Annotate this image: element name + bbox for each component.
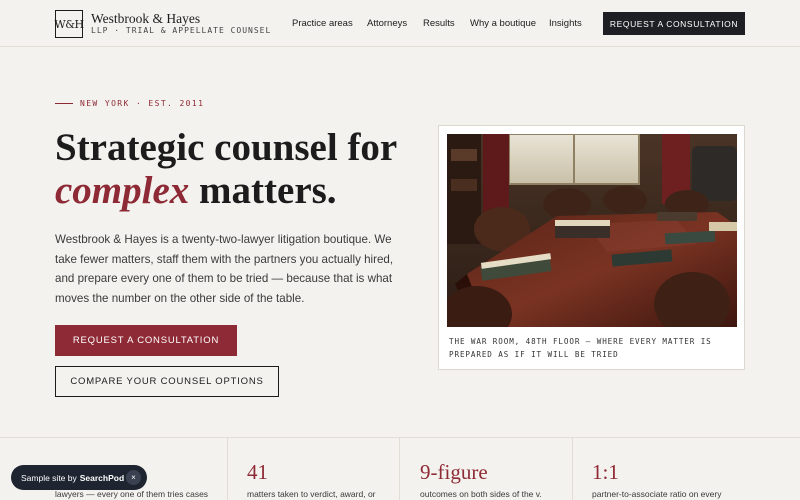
brand-subtitle: LLP · TRIAL & APPELLATE COUNSEL [91,26,272,35]
header-consultation-button[interactable]: REQUEST A CONSULTATION [603,12,745,35]
stat-description: outcomes on both sides of the v. [420,489,542,499]
nav-insights[interactable]: Insights [549,18,582,29]
photo-caption: THE WAR ROOM, 48TH FLOOR — WHERE EVERY M… [449,337,712,359]
hero-lede: Westbrook & Hayes is a twenty-two-lawyer… [55,233,394,305]
eyebrow-label: NEW YORK · EST. 2011 [80,99,205,108]
photo-card: THE WAR ROOM, 48TH FLOOR — WHERE EVERY M… [438,125,745,370]
close-icon[interactable]: × [126,470,141,485]
stat-description: lawyers — every one of them tries cases [55,489,209,499]
logo-mark[interactable]: W&H [54,10,84,38]
toast-prefix: Sample site by [21,472,77,483]
stat-description: matters taken to verdict, award, or [247,489,376,499]
stat-value: 9-figure [420,460,488,484]
eyebrow-rule [55,103,73,104]
conference-room-photo [447,134,737,327]
toast-brand[interactable]: SearchPod [80,473,124,483]
nav-attorneys[interactable]: Attorneys [367,18,407,29]
nav-results[interactable]: Results [423,18,455,29]
headline-rest: matters. [189,169,337,212]
stat-divider [572,438,573,500]
request-consultation-button[interactable]: REQUEST A CONSULTATION [55,325,237,356]
site-header: W&H Westbrook & Hayes LLP · TRIAL & APPE… [0,0,800,47]
stat-divider [227,438,228,500]
stat-value: 41 [247,460,268,484]
stat-value: 1:1 [592,460,619,484]
headline-line1: Strategic counsel for [55,126,398,169]
compare-counsel-button[interactable]: COMPARE YOUR COUNSEL OPTIONS [55,366,279,397]
brand-name[interactable]: Westbrook & Hayes [91,11,200,27]
hero-headline: Strategic counsel for complex matters. [55,126,435,212]
headline-accent: complex [55,169,190,212]
stat-divider [399,438,400,500]
nav-why-a-boutique[interactable]: Why a boutique [470,18,536,29]
sample-site-toast: Sample site by SearchPod × [11,465,147,490]
nav-practice-areas[interactable]: Practice areas [292,18,353,29]
stat-description: partner-to-associate ratio on every [592,489,722,499]
